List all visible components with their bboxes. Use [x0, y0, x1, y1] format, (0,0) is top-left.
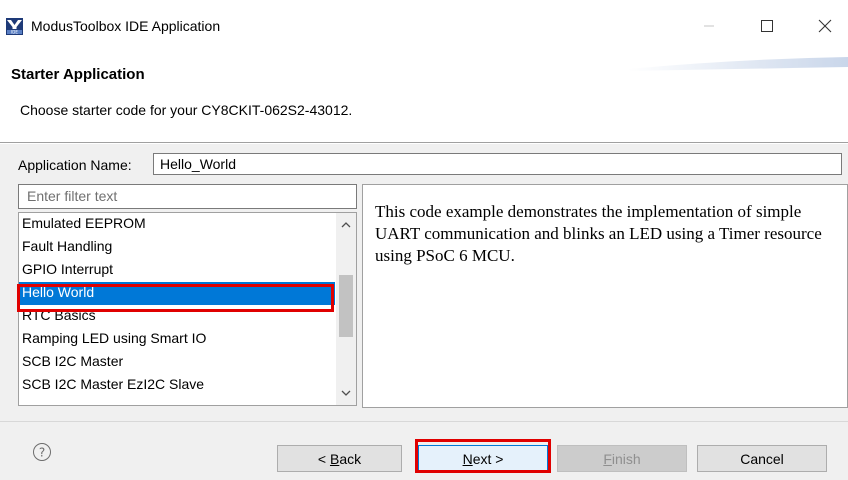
- next-button-rest: ext >: [472, 450, 504, 467]
- divider: [0, 421, 848, 422]
- scroll-up-button[interactable]: [336, 215, 356, 235]
- title-bar: IDE ModusToolbox IDE Application: [0, 0, 848, 55]
- description-panel: This code example demonstrates the imple…: [362, 184, 848, 408]
- minimize-button[interactable]: [686, 9, 732, 43]
- maximize-icon: [761, 20, 773, 32]
- page-subtitle: Choose starter code for your CY8CKIT-062…: [20, 102, 353, 118]
- question-mark-icon[interactable]: ?: [32, 442, 52, 462]
- next-button[interactable]: Next >: [418, 445, 548, 472]
- description-text: This code example demonstrates the imple…: [375, 202, 822, 265]
- list-item-selected[interactable]: Hello World: [19, 282, 335, 305]
- list-item[interactable]: Emulated EEPROM: [19, 213, 335, 236]
- wizard-body: Application Name: Hello_World Enter filt…: [0, 144, 848, 480]
- svg-text:IDE: IDE: [11, 30, 18, 35]
- maximize-button[interactable]: [744, 9, 790, 43]
- divider: [0, 142, 848, 143]
- finish-button: Finish: [557, 445, 687, 472]
- wizard-header: Starter Application Choose starter code …: [0, 55, 848, 143]
- window-title: ModusToolbox IDE Application: [31, 18, 221, 34]
- svg-text:?: ?: [39, 446, 45, 460]
- list-item[interactable]: Fault Handling: [19, 236, 335, 259]
- close-button[interactable]: [802, 9, 848, 43]
- finish-button-rest: inish: [611, 450, 641, 467]
- scroll-thumb[interactable]: [339, 275, 353, 337]
- app-name-field[interactable]: Hello_World: [153, 153, 842, 175]
- scroll-down-button[interactable]: [336, 383, 356, 403]
- banner-decoration: [628, 57, 848, 71]
- back-button-rest: ack: [339, 450, 362, 467]
- ide-app-icon: IDE: [6, 18, 23, 35]
- starter-app-list[interactable]: Emulated EEPROM Fault Handling GPIO Interr…: [18, 212, 357, 406]
- filter-input[interactable]: Enter filter text: [18, 184, 357, 209]
- app-name-label: Application Name:: [18, 157, 132, 173]
- chevron-up-icon: [341, 222, 351, 228]
- back-button-prefix: <: [317, 450, 330, 467]
- chevron-down-icon: [341, 390, 351, 396]
- list-item[interactable]: RTC Basics: [19, 305, 335, 328]
- next-button-mnemonic: N: [462, 450, 473, 467]
- list-scrollbar[interactable]: [336, 213, 356, 405]
- finish-button-mnemonic: F: [603, 450, 612, 467]
- page-title: Starter Application: [11, 66, 145, 83]
- back-button[interactable]: < Back: [277, 445, 402, 472]
- close-icon: [818, 19, 832, 33]
- list-item[interactable]: SCB I2C Master EzI2C Slave: [19, 374, 335, 397]
- cancel-button[interactable]: Cancel: [697, 445, 827, 472]
- back-button-mnemonic: B: [329, 450, 340, 467]
- list-item[interactable]: SCB I2C Master: [19, 351, 335, 374]
- list-item[interactable]: Ramping LED using Smart IO: [19, 328, 335, 351]
- minimize-icon: [704, 25, 714, 27]
- list-item[interactable]: GPIO Interrupt: [19, 259, 335, 282]
